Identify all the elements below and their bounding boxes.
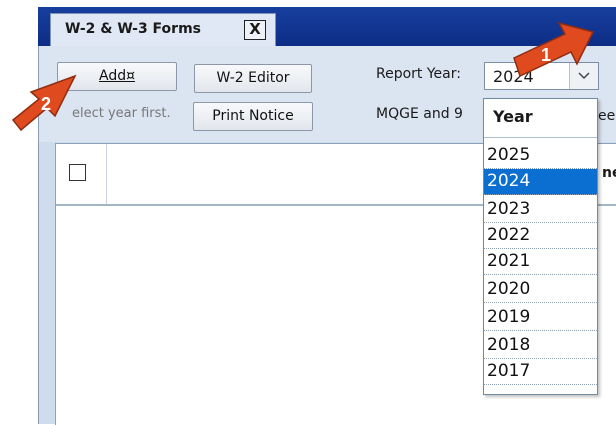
dropdown-option-2019[interactable]: 2019 bbox=[484, 305, 597, 331]
mqge-label: MQGE and 9 bbox=[376, 106, 463, 122]
dropdown-header: Year bbox=[484, 99, 597, 138]
truncated-label: ee bbox=[598, 108, 616, 124]
print-notice-button[interactable]: Print Notice bbox=[193, 102, 313, 131]
add-button-label: Add¤ bbox=[98, 68, 135, 84]
report-year-label: Report Year: bbox=[376, 66, 461, 82]
w2-editor-button[interactable]: W-2 Editor bbox=[194, 64, 312, 93]
dropdown-option-2024[interactable]: 2024 bbox=[484, 169, 597, 195]
year-dropdown-list: Year 2025 2024 2023 2022 2021 2020 2019 2018 201… bbox=[483, 98, 598, 395]
annotation-arrow-2: 2 bbox=[11, 74, 77, 132]
dropdown-option-2023[interactable]: 2023 bbox=[484, 197, 597, 223]
annotation-marker-2: 2 bbox=[41, 94, 51, 114]
column-header-partial[interactable]: ne bbox=[602, 165, 616, 181]
annotation-arrow-1: 1 bbox=[513, 21, 595, 78]
dropdown-option-2022[interactable]: 2022 bbox=[484, 223, 597, 249]
close-icon[interactable]: X bbox=[244, 20, 266, 40]
select-all-checkbox[interactable] bbox=[69, 164, 86, 181]
tab-w2-w3-forms[interactable]: W-2 & W-3 Forms X bbox=[50, 13, 276, 46]
column-divider bbox=[106, 144, 107, 204]
annotation-marker-1: 1 bbox=[541, 45, 551, 65]
select-year-hint: elect year first. bbox=[72, 106, 171, 121]
dropdown-option-2020[interactable]: 2020 bbox=[484, 277, 597, 303]
tab-title: W-2 & W-3 Forms bbox=[65, 21, 202, 37]
dropdown-option-2018[interactable]: 2018 bbox=[484, 333, 597, 359]
dropdown-option-2021[interactable]: 2021 bbox=[484, 249, 597, 275]
dropdown-header-label: Year bbox=[493, 107, 533, 126]
dropdown-option-2017[interactable]: 2017 bbox=[484, 359, 597, 385]
dropdown-option-2025[interactable]: 2025 bbox=[484, 143, 597, 169]
